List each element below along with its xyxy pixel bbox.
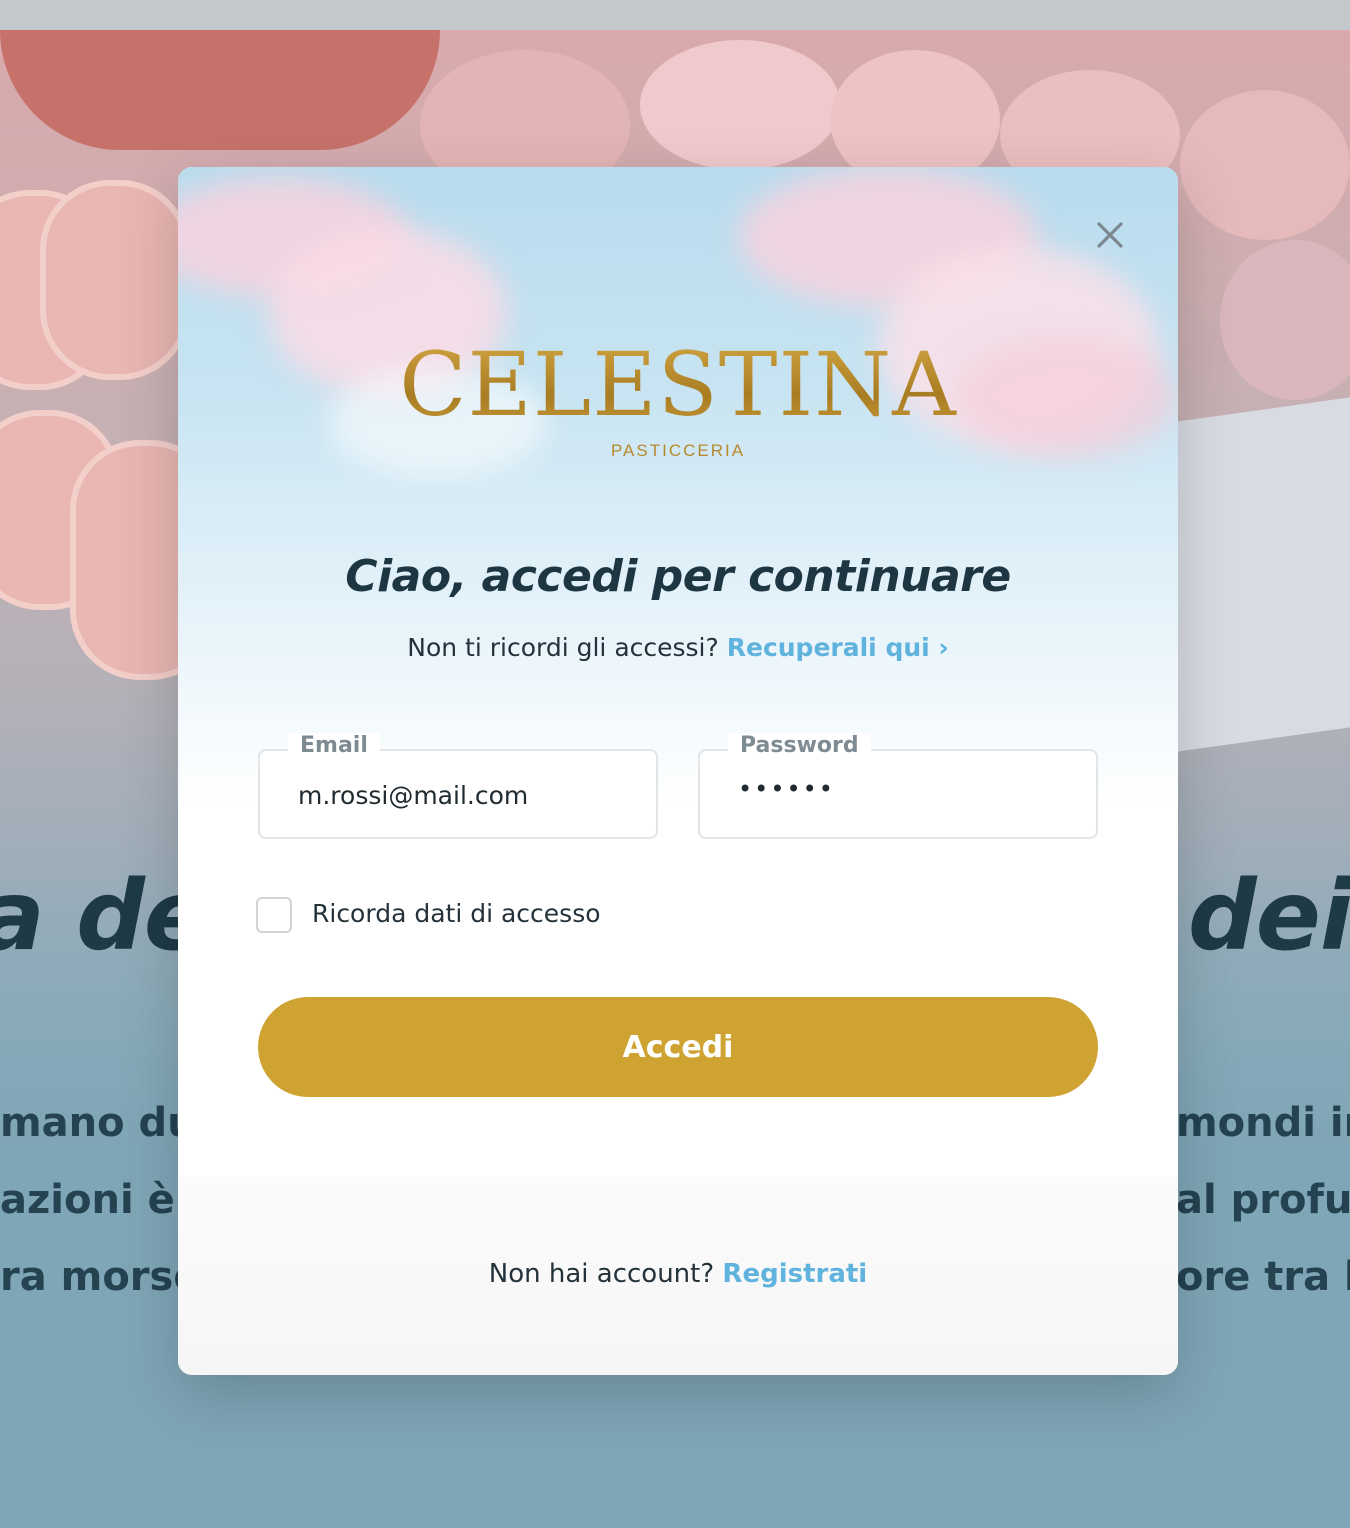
brand-logo: CELESTINA [178, 335, 1178, 435]
background-heading-right: dei [1188, 860, 1350, 972]
background-heart-candy-image [1180, 90, 1350, 240]
recover-access-prompt: Non ti ricordi gli accessi? [407, 633, 719, 662]
background-text-line: ra morso [0, 1254, 201, 1300]
background-heading-left: a de [0, 860, 209, 972]
background-text-line: mondi in [1176, 1100, 1350, 1146]
background-text-line: ore tra le [1176, 1254, 1350, 1300]
email-input[interactable] [298, 775, 638, 815]
background-heart-candy-image [640, 40, 840, 170]
password-label: Password [728, 733, 871, 758]
brand-logo-subtitle: PASTICCERIA [610, 441, 746, 460]
close-icon-glyph [1097, 222, 1123, 248]
background-sweet-image [1220, 240, 1350, 400]
recover-access-text: Non ti ricordi gli accessi? Recuperali q… [178, 633, 1178, 662]
sky-header-image [178, 167, 1178, 807]
email-field: Email [258, 733, 658, 839]
recover-access-link[interactable]: Recuperali qui › [727, 633, 949, 662]
browser-top-bar [0, 0, 1350, 30]
remember-checkbox[interactable] [256, 897, 292, 933]
password-field: Password •••••• [698, 733, 1098, 839]
login-modal: CELESTINA PASTICCERIA Ciao, accedi per c… [178, 167, 1178, 1375]
background-cake-image [0, 30, 440, 150]
login-button[interactable]: Accedi [258, 997, 1098, 1097]
close-icon[interactable] [1090, 215, 1130, 255]
background-text-line: azioni è f [0, 1177, 207, 1223]
signup-prompt: Non hai account? [488, 1259, 715, 1289]
password-input[interactable]: •••••• [738, 775, 1078, 815]
background-paper-image [1160, 395, 1350, 755]
remember-checkbox-label[interactable]: Ricorda dati di accesso [312, 899, 601, 928]
modal-title: Ciao, accedi per continuare [345, 551, 1011, 602]
email-label: Email [288, 733, 380, 758]
signup-text: Non hai account? Registrati [178, 1259, 1178, 1289]
background-text-line: al profum [1176, 1177, 1350, 1223]
signup-link[interactable]: Registrati [722, 1259, 867, 1289]
background-macaron-image [40, 180, 190, 380]
